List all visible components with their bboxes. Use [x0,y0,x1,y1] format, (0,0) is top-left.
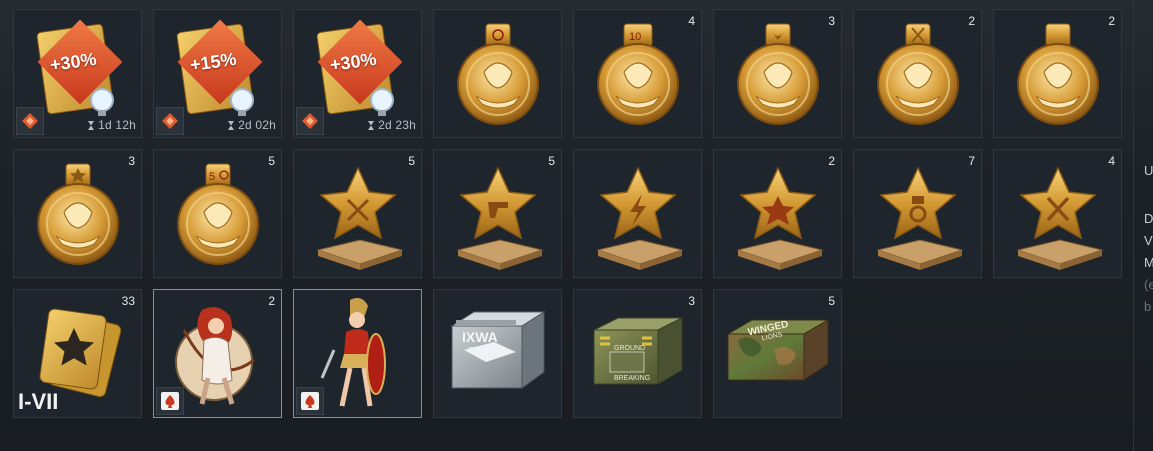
lion-medal-icon [737,23,819,125]
medal-item-3[interactable]: 3 [713,9,842,138]
item-count: 3 [128,154,135,168]
booster-timer: 2d 23h [368,118,416,132]
star-award-icon [877,167,963,271]
panel-divider [1133,0,1134,451]
svg-text:GROUND: GROUND [614,345,645,352]
svg-text:10: 10 [629,31,641,43]
item-count: 7 [968,154,975,168]
medal-item-5[interactable]: 2 [993,9,1122,138]
booster-type-badge [16,107,44,135]
side-panel-text-4: M [1144,255,1153,270]
item-count: 2 [268,294,275,308]
svg-text:STRIKE: STRIKE [468,347,494,354]
spade-icon [161,392,179,410]
ammo-crate-icon: WINGED LIONS [726,319,830,381]
booster-timer: 2d 02h [228,118,276,132]
lion-medal-icon [37,163,119,265]
decal-type-badge [156,387,184,415]
side-panel-text-3: V [1144,233,1153,248]
hourglass-icon [228,121,235,130]
side-panel-text-1: U [1144,163,1153,178]
lion-medal-icon [877,23,959,125]
star-award-1[interactable]: 5 [293,149,422,278]
booster-type-badge [156,107,184,135]
item-count: 3 [688,294,695,308]
tier-range-label: I-VII [18,389,59,414]
star-award-icon [457,167,543,271]
booster-item-1[interactable]: +30% 1d 12h [13,9,142,138]
star-award-icon [317,167,403,271]
lion-medal-icon [457,23,539,125]
star-award-icon [737,167,823,271]
inventory-grid: +30% 1d 12h +15% 2d 02h +30% 2d 23h 10 4… [13,9,1128,424]
item-count: 5 [828,294,835,308]
lion-medal-icon: 5 [177,163,259,265]
star-award-3[interactable] [573,149,702,278]
medal-item-6[interactable]: 3 [13,149,142,278]
decal-item-2[interactable] [293,289,422,418]
star-award-icon [1017,167,1103,271]
item-count: 2 [1108,14,1115,28]
item-count: 5 [408,154,415,168]
booster-item-3[interactable]: +30% 2d 23h [293,9,422,138]
lion-medal-icon [1017,23,1099,125]
svg-text:BREAKING: BREAKING [614,375,650,382]
booster-timer: 1d 12h [88,118,136,132]
star-award-4[interactable]: 2 [713,149,842,278]
side-panel-text-5: (e [1144,277,1153,292]
side-panel-text-6: b [1144,299,1152,314]
lion-medal-icon: 10 [597,23,679,125]
rp-diamond-icon [162,113,178,129]
item-count: 2 [828,154,835,168]
booster-item-2[interactable]: +15% 2d 02h [153,9,282,138]
star-award-6[interactable]: 4 [993,149,1122,278]
item-count: 4 [1108,154,1115,168]
medal-item-7[interactable]: 5 5 [153,149,282,278]
spade-icon [301,392,319,410]
hourglass-icon [368,121,375,130]
star-award-2[interactable]: 5 [433,149,562,278]
decal-type-badge [296,387,324,415]
ammo-crate-icon: IXWA STRIKE [450,311,546,389]
crate-item-1[interactable]: IXWA STRIKE [433,289,562,418]
item-count: 33 [121,294,135,308]
item-count: 4 [688,14,695,28]
hourglass-icon [88,121,95,130]
medal-item-1[interactable] [433,9,562,138]
item-count: 3 [828,14,835,28]
crate-item-3[interactable]: WINGED LIONS 5 [713,289,842,418]
booster-type-badge [296,107,324,135]
side-panel-text-2: D [1144,211,1153,226]
medal-item-4[interactable]: 2 [853,9,982,138]
ammo-crate-icon: GROUND BREAKING [593,317,683,385]
rp-diamond-icon [22,113,38,129]
medal-item-2[interactable]: 10 4 [573,9,702,138]
svg-text:5: 5 [209,171,215,183]
star-award-icon [597,167,683,271]
item-count: 5 [548,154,555,168]
item-count: 5 [268,154,275,168]
rp-diamond-icon [302,113,318,129]
unit-cards-item[interactable]: 33 I-VII [13,289,142,418]
svg-text:IXWA: IXWA [462,329,498,345]
decal-item-1[interactable]: 2 [153,289,282,418]
crate-item-2[interactable]: GROUND BREAKING 3 [573,289,702,418]
item-count: 2 [968,14,975,28]
star-award-5[interactable]: 7 [853,149,982,278]
